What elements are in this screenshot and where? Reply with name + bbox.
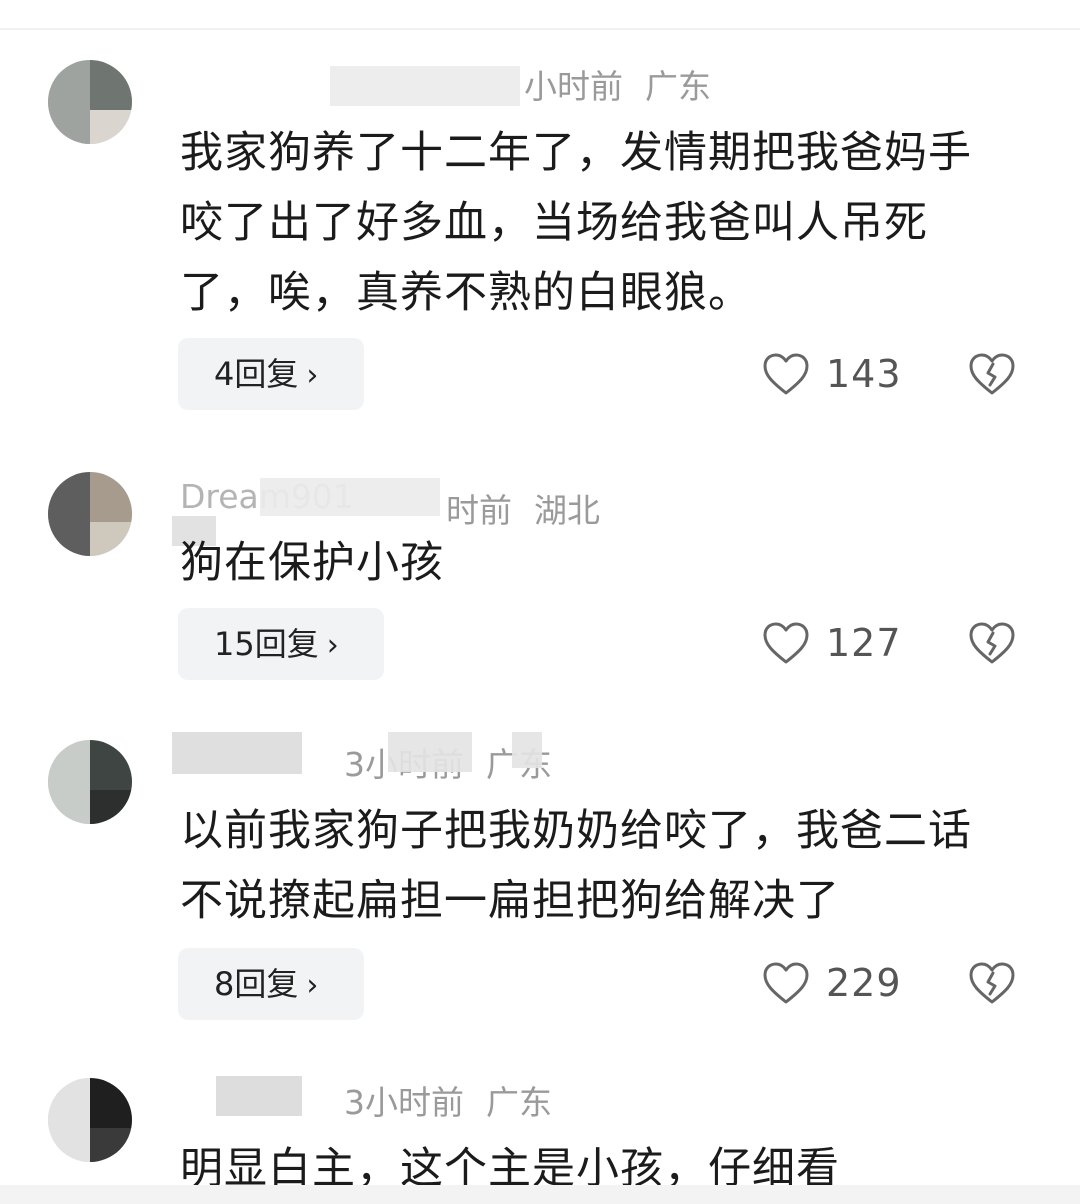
comment-text: 狗在保护小孩 [180, 538, 444, 588]
like-count: 229 [826, 961, 902, 1005]
like-count: 143 [826, 352, 902, 396]
bottom-edge [0, 1185, 1080, 1204]
heart-outline-icon [763, 962, 809, 1004]
heart-outline-icon [763, 622, 809, 664]
comment-text: 以前我家狗子把我奶奶给咬了，我爸二话不说撩起扁担一扁担把狗给解决了 [180, 806, 972, 926]
avatar[interactable] [48, 740, 132, 824]
timestamp: 3小时前 [344, 1083, 464, 1122]
reply-count-label: 15回复 [214, 625, 319, 663]
broken-heart-icon[interactable] [968, 621, 1016, 665]
like-count: 127 [826, 621, 902, 665]
location: 广东 [486, 1083, 552, 1122]
avatar[interactable] [48, 472, 132, 556]
comment-text: 我家狗养了十二年了，发情期把我爸妈手咬了出了好多血，当场给我爸叫人吊死了，唉，真… [180, 128, 972, 318]
location: 广东 [645, 67, 711, 106]
redacted-username [216, 1076, 302, 1116]
timestamp: 小时前 [524, 67, 623, 106]
like-button[interactable]: 143 [762, 346, 902, 402]
chevron-right-icon: › [306, 358, 319, 393]
redacted-username [330, 66, 520, 106]
reply-count-button[interactable]: 8回复 › [178, 948, 364, 1020]
heart-outline-icon [763, 353, 809, 395]
redacted-username [260, 478, 440, 516]
redacted-username [388, 732, 472, 772]
location: 湖北 [534, 491, 600, 530]
reply-count-button[interactable]: 15回复 › [178, 608, 384, 680]
avatar[interactable] [48, 60, 132, 144]
broken-heart-icon[interactable] [968, 961, 1016, 1005]
chevron-right-icon: › [306, 968, 319, 1003]
redacted-username [512, 732, 542, 768]
timestamp: 时前 [446, 491, 512, 530]
avatar[interactable] [48, 1078, 132, 1162]
chevron-right-icon: › [326, 628, 339, 663]
like-button[interactable]: 229 [762, 955, 902, 1011]
reply-count-button[interactable]: 4回复 › [178, 338, 364, 410]
redacted-username [172, 732, 302, 774]
like-button[interactable]: 127 [762, 615, 902, 671]
top-divider [0, 28, 1080, 30]
reply-count-label: 4回复 [214, 355, 299, 393]
reply-count-label: 8回复 [214, 965, 299, 1003]
broken-heart-icon[interactable] [968, 352, 1016, 396]
